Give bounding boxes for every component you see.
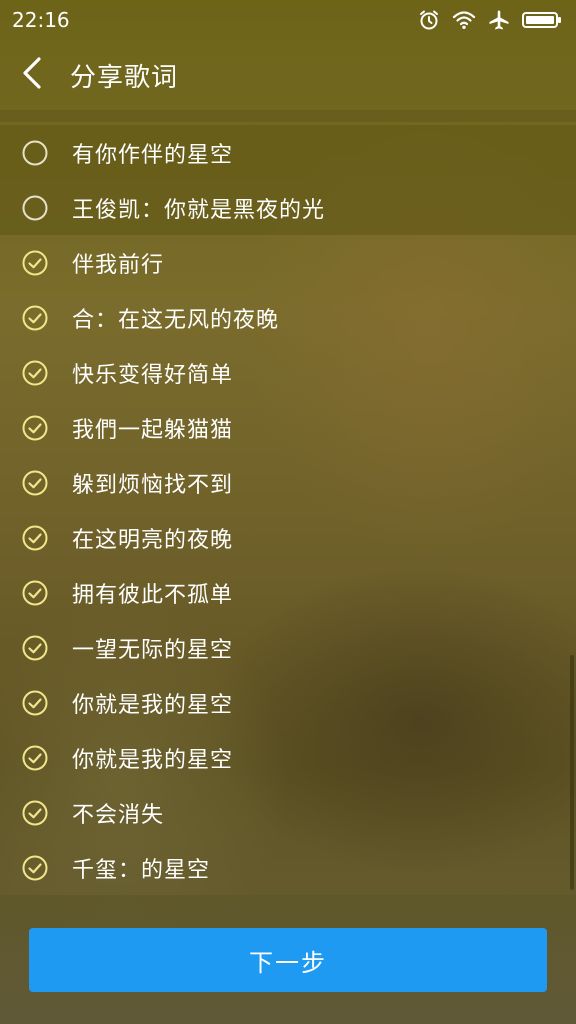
lyric-item[interactable]: 伴我前行 — [0, 235, 576, 290]
checked-circle-icon[interactable] — [22, 305, 48, 331]
checked-circle-icon[interactable] — [22, 635, 48, 661]
lyric-item[interactable]: 不会消失 — [0, 785, 576, 840]
lyric-item[interactable]: 王俊凯：你就是黑夜的光 — [0, 180, 576, 235]
lyric-list: 有你作伴的星空 王俊凯：你就是黑夜的光 伴我前行 合：在这无风的夜晚 快乐变得好… — [0, 125, 576, 895]
lyric-item[interactable]: 我們一起躲猫猫 — [0, 400, 576, 455]
lyric-text: 躲到烦恼找不到 — [72, 472, 234, 498]
alarm-icon — [418, 9, 440, 31]
airplane-mode-icon — [488, 9, 510, 31]
unchecked-circle-icon[interactable] — [22, 195, 48, 221]
back-button[interactable] — [2, 40, 62, 110]
checked-circle-icon[interactable] — [22, 360, 48, 386]
lyric-item[interactable]: 有你作伴的星空 — [0, 125, 576, 180]
battery-icon — [522, 11, 562, 29]
page-title: 分享歌词 — [70, 62, 179, 93]
status-bar: 22:16 — [0, 0, 576, 40]
checked-circle-icon[interactable] — [22, 250, 48, 276]
lyric-item[interactable]: 在这明亮的夜晚 — [0, 510, 576, 565]
lyric-item[interactable]: 躲到烦恼找不到 — [0, 455, 576, 510]
wifi-icon — [452, 10, 476, 30]
scrollbar[interactable] — [570, 655, 574, 890]
next-step-button[interactable]: 下一步 — [29, 928, 547, 992]
checked-circle-icon[interactable] — [22, 470, 48, 496]
lyric-text: 合：在这无风的夜晚 — [72, 307, 280, 333]
header-divider — [0, 110, 576, 122]
unchecked-circle-icon[interactable] — [22, 140, 48, 166]
lyric-text: 一望无际的星空 — [72, 637, 234, 663]
status-icons — [418, 9, 562, 31]
lyric-text: 千玺：的星空 — [72, 857, 211, 883]
checked-circle-icon[interactable] — [22, 525, 48, 551]
lyric-text: 我們一起躲猫猫 — [72, 417, 234, 443]
chevron-left-icon — [21, 56, 43, 94]
lyric-text: 拥有彼此不孤单 — [72, 582, 234, 608]
checked-circle-icon[interactable] — [22, 745, 48, 771]
lyric-item[interactable]: 快乐变得好简单 — [0, 345, 576, 400]
lyric-text: 王俊凯：你就是黑夜的光 — [72, 197, 326, 223]
checked-circle-icon[interactable] — [22, 800, 48, 826]
lyric-text: 有你作伴的星空 — [72, 142, 234, 168]
status-time: 22:16 — [12, 8, 70, 32]
lyric-text: 你就是我的星空 — [72, 692, 234, 718]
lyric-item[interactable]: 你就是我的星空 — [0, 675, 576, 730]
checked-circle-icon[interactable] — [22, 580, 48, 606]
lyric-text: 不会消失 — [72, 802, 165, 828]
lyric-text: 在这明亮的夜晚 — [72, 527, 234, 553]
lyric-text: 你就是我的星空 — [72, 747, 234, 773]
header: 分享歌词 — [0, 40, 576, 110]
checked-circle-icon[interactable] — [22, 415, 48, 441]
lyric-text: 伴我前行 — [72, 252, 165, 278]
lyric-item[interactable]: 千玺：的星空 — [0, 840, 576, 895]
lyric-item[interactable]: 合：在这无风的夜晚 — [0, 290, 576, 345]
checked-circle-icon[interactable] — [22, 855, 48, 881]
checked-circle-icon[interactable] — [22, 690, 48, 716]
lyric-item[interactable]: 你就是我的星空 — [0, 730, 576, 785]
lyric-item[interactable]: 拥有彼此不孤单 — [0, 565, 576, 620]
lyric-text: 快乐变得好简单 — [72, 362, 234, 388]
lyric-item[interactable]: 一望无际的星空 — [0, 620, 576, 675]
